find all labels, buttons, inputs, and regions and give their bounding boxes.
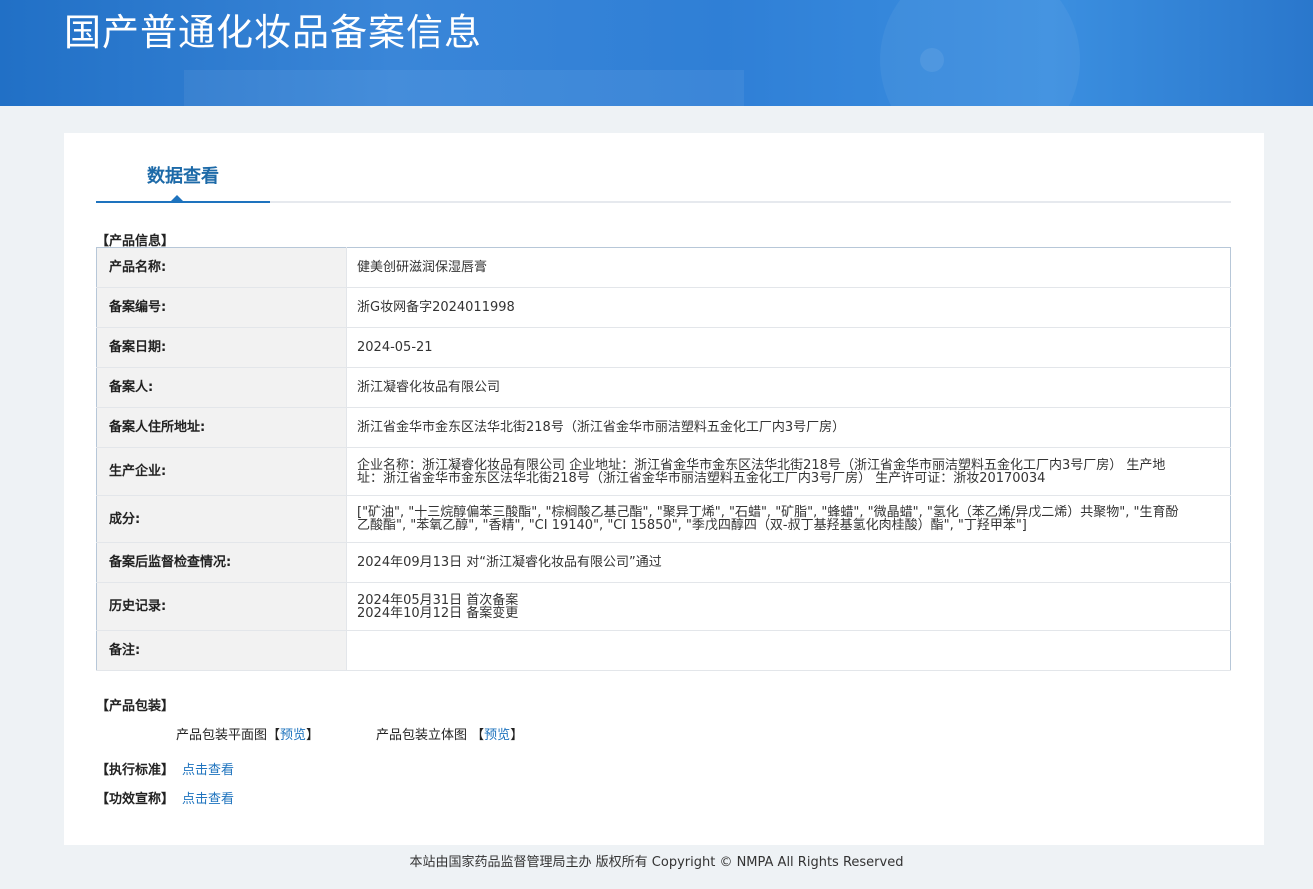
row-label: 备案编号: <box>96 287 347 328</box>
row-value: 浙G妆网备字2024011998 <box>346 287 1231 328</box>
tab-data-view[interactable]: 数据查看 <box>96 133 270 203</box>
row-label: 历史记录: <box>96 582 347 631</box>
row-value: 2024年05月31日 首次备案 2024年10月12日 备案变更 <box>346 582 1231 631</box>
table-row: 备注: <box>96 630 1231 671</box>
row-value: ["矿油", "十三烷醇偏苯三酸酯", "棕榈酸乙基己酯", "聚异丁烯", "… <box>346 495 1231 543</box>
table-row: 备案后监督检查情况: 2024年09月13日 对“浙江凝睿化妆品有限公司”通过 <box>96 542 1231 583</box>
row-label: 生产企业: <box>96 447 347 496</box>
section-title-efficacy: 【功效宣称】 <box>96 792 175 807</box>
standard-view-link[interactable]: 点击查看 <box>182 763 234 778</box>
table-row: 成分: ["矿油", "十三烷醇偏苯三酸酯", "棕榈酸乙基己酯", "聚异丁烯… <box>96 495 1231 543</box>
page-header: 国产普通化妆品备案信息 <box>0 0 1313 106</box>
packaging-solid: 产品包装立体图 【预览】 <box>376 724 523 743</box>
tab-bar: 数据查看 <box>96 133 1231 203</box>
row-value: 浙江省金华市金东区法华北街218号（浙江省金华市丽洁塑料五金化工厂内3号厂房） <box>346 407 1231 448</box>
table-row: 历史记录: 2024年05月31日 首次备案 2024年10月12日 备案变更 <box>96 582 1231 631</box>
history-entry: 2024年10月12日 备案变更 <box>357 605 519 621</box>
row-value <box>346 630 1231 671</box>
row-label: 备案后监督检查情况: <box>96 542 347 583</box>
row-value: 2024年09月13日 对“浙江凝睿化妆品有限公司”通过 <box>346 542 1231 583</box>
row-value: 企业名称：浙江凝睿化妆品有限公司 企业地址：浙江省金华市金东区法华北街218号（… <box>346 447 1231 496</box>
caret-up-icon <box>171 195 183 201</box>
row-label: 备注: <box>96 630 347 671</box>
row-value: 浙江凝睿化妆品有限公司 <box>346 367 1231 408</box>
bracket-close: 】 <box>306 728 320 743</box>
table-row: 备案日期: 2024-05-21 <box>96 327 1231 368</box>
history-entry: 2024年05月31日 首次备案 <box>357 592 519 608</box>
header-decoration <box>184 70 744 106</box>
packaging-flat-label: 产品包装平面图 <box>176 728 268 743</box>
tab-label: 数据查看 <box>147 166 219 187</box>
table-row: 备案人: 浙江凝睿化妆品有限公司 <box>96 367 1231 408</box>
efficacy-view-link[interactable]: 点击查看 <box>182 792 234 807</box>
row-label: 备案人住所地址: <box>96 407 347 448</box>
row-label: 备案人: <box>96 367 347 408</box>
row-label: 成分: <box>96 495 347 543</box>
packaging-solid-label: 产品包装立体图 <box>376 728 468 743</box>
efficacy-row: 【功效宣称】 点击查看 <box>96 788 234 807</box>
bracket-close: 】 <box>510 728 524 743</box>
table-row: 产品名称: 健美创研滋润保湿唇膏 <box>96 247 1231 288</box>
packaging-flat: 产品包装平面图【预览】 <box>176 724 319 743</box>
bracket-open: 【 <box>471 728 485 743</box>
page-footer: 本站由国家药品监督管理局主办 版权所有 Copyright © NMPA All… <box>409 855 904 870</box>
header-decoration <box>920 48 944 72</box>
preview-solid-link[interactable]: 预览 <box>484 728 510 743</box>
header-decoration <box>880 0 1080 106</box>
bracket-open: 【 <box>267 728 281 743</box>
section-title-standard: 【执行标准】 <box>96 763 175 778</box>
section-title-packaging: 【产品包装】 <box>96 699 175 714</box>
row-label: 备案日期: <box>96 327 347 368</box>
product-info-table: 产品名称: 健美创研滋润保湿唇膏 备案编号: 浙G妆网备字2024011998 … <box>96 247 1231 671</box>
preview-flat-link[interactable]: 预览 <box>280 728 306 743</box>
table-row: 备案人住所地址: 浙江省金华市金东区法华北街218号（浙江省金华市丽洁塑料五金化… <box>96 407 1231 448</box>
row-value: 健美创研滋润保湿唇膏 <box>346 247 1231 288</box>
table-row: 生产企业: 企业名称：浙江凝睿化妆品有限公司 企业地址：浙江省金华市金东区法华北… <box>96 447 1231 496</box>
table-row: 备案编号: 浙G妆网备字2024011998 <box>96 287 1231 328</box>
standard-row: 【执行标准】 点击查看 <box>96 759 234 778</box>
row-value: 2024-05-21 <box>346 327 1231 368</box>
row-label: 产品名称: <box>96 247 347 288</box>
content-card: 数据查看 【产品信息】 产品名称: 健美创研滋润保湿唇膏 备案编号: 浙G妆网备… <box>64 133 1264 845</box>
page-title: 国产普通化妆品备案信息 <box>64 11 482 54</box>
